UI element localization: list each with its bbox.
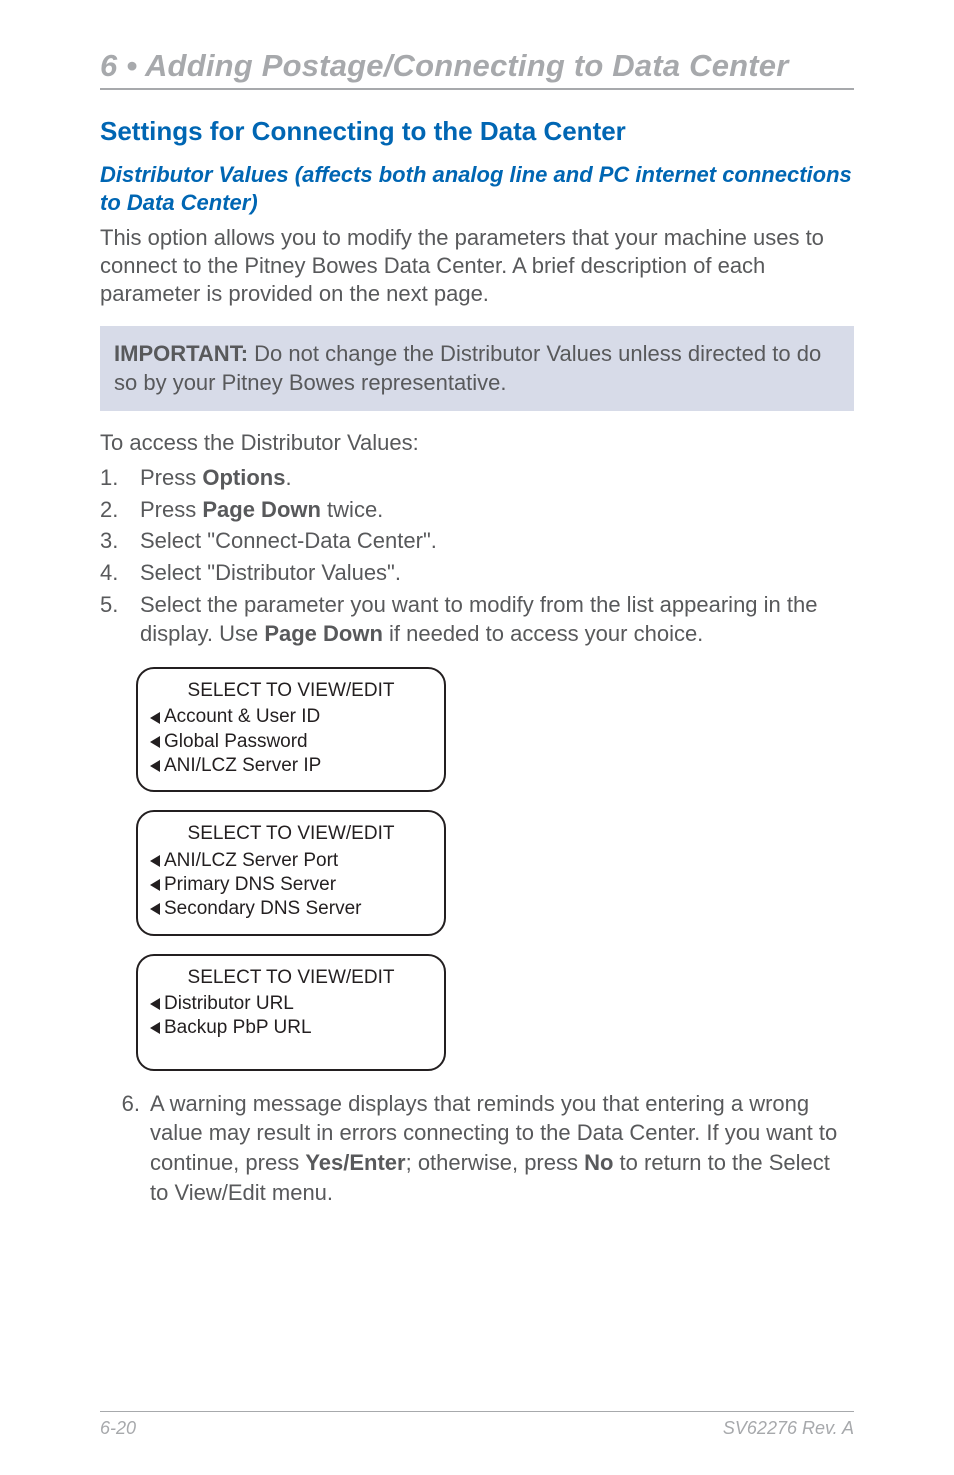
display-item: Backup PbP URL — [164, 1016, 312, 1040]
step-number: 4. — [100, 558, 140, 588]
step-pre: Press — [140, 465, 202, 490]
left-triangle-icon — [150, 855, 160, 867]
step-post: twice. — [321, 497, 383, 522]
display-title: SELECT TO VIEW/EDIT — [150, 679, 432, 703]
display-line: Secondary DNS Server — [150, 897, 432, 921]
step-bold: Options — [202, 465, 285, 490]
display-item: Account & User ID — [164, 705, 320, 729]
list-item: 6. A warning message displays that remin… — [90, 1089, 854, 1208]
step-text: Select "Distributor Values". — [140, 558, 401, 588]
display-line: Account & User ID — [150, 705, 432, 729]
left-triangle-icon — [150, 736, 160, 748]
steps-list-continued: 6. A warning message displays that remin… — [90, 1089, 854, 1208]
section-subheading: Distributor Values (affects both analog … — [100, 161, 854, 216]
step-bold: Page Down — [264, 621, 383, 646]
display-title: SELECT TO VIEW/EDIT — [150, 822, 432, 846]
display-line: Primary DNS Server — [150, 873, 432, 897]
step-text: Select "Connect-Data Center". — [140, 526, 437, 556]
step-number: 3. — [100, 526, 140, 556]
step-number: 1. — [100, 463, 140, 493]
display-item: ANI/LCZ Server Port — [164, 849, 338, 873]
chapter-title: 6 • Adding Postage/Connecting to Data Ce… — [100, 48, 854, 84]
page-number: 6-20 — [100, 1418, 136, 1439]
display-line: Global Password — [150, 730, 432, 754]
list-item: 5. Select the parameter you want to modi… — [100, 590, 854, 649]
intro-paragraph: This option allows you to modify the par… — [100, 224, 854, 308]
access-line: To access the Distributor Values: — [100, 429, 854, 457]
important-text: IMPORTANT: Do not change the Distributor… — [114, 340, 840, 396]
step-number: 6. — [90, 1089, 150, 1208]
display-line: ANI/LCZ Server Port — [150, 849, 432, 873]
step-number: 5. — [100, 590, 140, 649]
list-item: 1. Press Options. — [100, 463, 854, 493]
step-pre: Select "Connect-Data Center". — [140, 528, 437, 553]
left-triangle-icon — [150, 879, 160, 891]
steps-list: 1. Press Options. 2. Press Page Down twi… — [100, 463, 854, 649]
display-item: Primary DNS Server — [164, 873, 336, 897]
display-item: ANI/LCZ Server IP — [164, 754, 321, 778]
step-post: . — [285, 465, 291, 490]
step-pre: Select "Distributor Values". — [140, 560, 401, 585]
left-triangle-icon — [150, 998, 160, 1010]
list-item: 2. Press Page Down twice. — [100, 495, 854, 525]
step-number: 2. — [100, 495, 140, 525]
list-item: 4. Select "Distributor Values". — [100, 558, 854, 588]
important-box: IMPORTANT: Do not change the Distributor… — [100, 326, 854, 410]
display-item: Global Password — [164, 730, 308, 754]
revision-label: SV62276 Rev. A — [723, 1418, 854, 1439]
step-post: if needed to access your choice. — [383, 621, 703, 646]
step-bold: Page Down — [202, 497, 321, 522]
display-box: SELECT TO VIEW/EDIT ANI/LCZ Server Port … — [136, 810, 446, 935]
page-footer: 6-20 SV62276 Rev. A — [100, 1411, 854, 1439]
display-stack: SELECT TO VIEW/EDIT Account & User ID Gl… — [136, 667, 854, 1070]
step-text: Press Options. — [140, 463, 292, 493]
step-text: Select the parameter you want to modify … — [140, 590, 854, 649]
display-line: Distributor URL — [150, 992, 432, 1016]
left-triangle-icon — [150, 760, 160, 772]
display-item: Secondary DNS Server — [164, 897, 361, 921]
step-text: A warning message displays that reminds … — [150, 1089, 854, 1208]
display-title: SELECT TO VIEW/EDIT — [150, 966, 432, 990]
display-item: Distributor URL — [164, 992, 294, 1016]
left-triangle-icon — [150, 903, 160, 915]
list-item: 3. Select "Connect-Data Center". — [100, 526, 854, 556]
left-triangle-icon — [150, 1022, 160, 1034]
step-pre: Press — [140, 497, 202, 522]
step-text: Press Page Down twice. — [140, 495, 383, 525]
step-bold: No — [584, 1150, 613, 1175]
display-line: ANI/LCZ Server IP — [150, 754, 432, 778]
step-mid: ; otherwise, press — [406, 1150, 585, 1175]
important-label: IMPORTANT: — [114, 341, 248, 366]
display-box: SELECT TO VIEW/EDIT Account & User ID Gl… — [136, 667, 446, 792]
left-triangle-icon — [150, 712, 160, 724]
section-heading: Settings for Connecting to the Data Cent… — [100, 116, 854, 147]
footer-divider — [100, 1411, 854, 1412]
display-line: Backup PbP URL — [150, 1016, 432, 1040]
display-box: SELECT TO VIEW/EDIT Distributor URL Back… — [136, 954, 446, 1071]
step-bold: Yes/Enter — [305, 1150, 405, 1175]
chapter-divider — [100, 88, 854, 90]
